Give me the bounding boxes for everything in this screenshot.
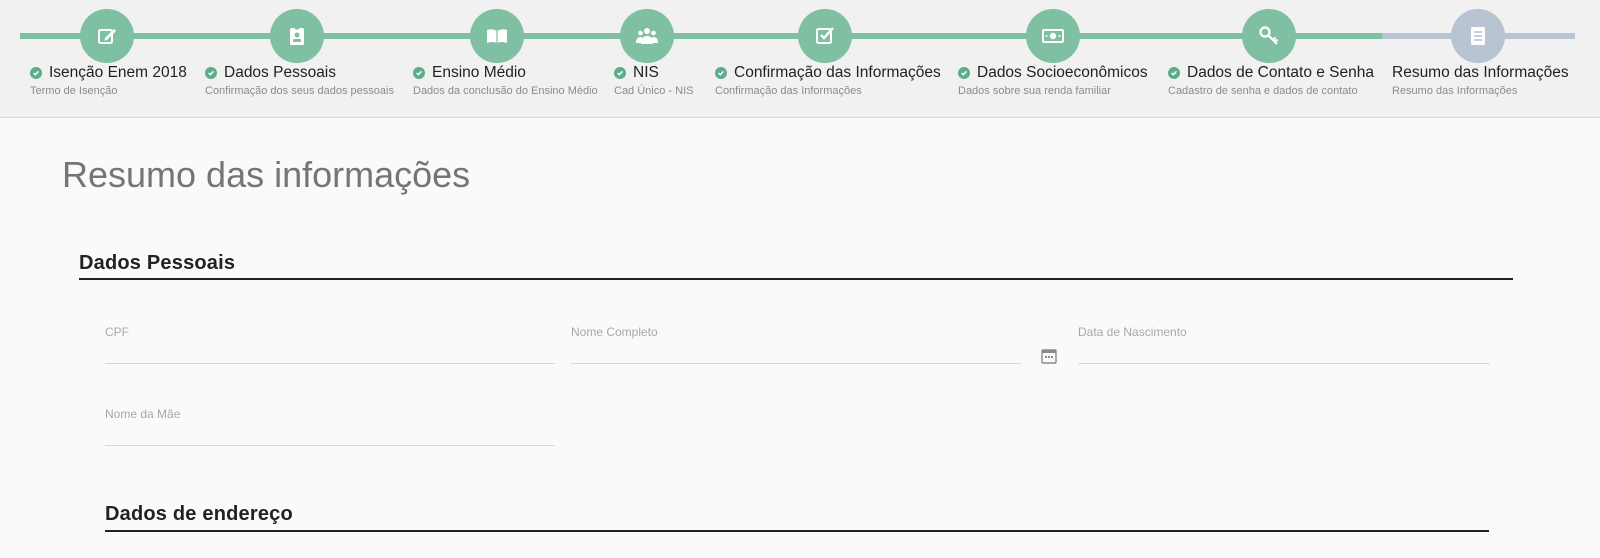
step-title: Ensino Médio — [432, 64, 526, 81]
full-name-field[interactable]: Nome Completo — [571, 325, 1021, 364]
progress-stepper: Isenção Enem 2018 Termo de Isenção Dados… — [0, 0, 1600, 118]
section-divider — [105, 530, 1489, 532]
step-4-circle[interactable] — [620, 9, 674, 63]
section-heading-personal: Dados Pessoais — [79, 252, 236, 274]
step-5-label[interactable]: Confirmação das Informações Confirmação … — [715, 63, 941, 97]
birth-date-input-underline[interactable] — [1078, 363, 1490, 364]
calendar-icon[interactable] — [1040, 347, 1058, 365]
document-icon — [1471, 27, 1485, 45]
step-8-label[interactable]: Resumo das Informações Resumo das Inform… — [1392, 63, 1569, 97]
users-icon — [636, 28, 658, 44]
step-3-circle[interactable] — [470, 9, 524, 63]
id-badge-icon — [290, 26, 304, 45]
step-title: NIS — [633, 64, 659, 81]
step-subtitle: Resumo das Informações — [1392, 85, 1518, 97]
step-5-circle[interactable] — [798, 9, 852, 63]
step-7-label[interactable]: Dados de Contato e Senha Cadastro de sen… — [1168, 63, 1374, 97]
step-subtitle: Cadastro de senha e dados de contato — [1168, 85, 1358, 97]
step-title: Confirmação das Informações — [734, 64, 941, 81]
step-4-label[interactable]: NIS Cad Único - NIS — [614, 63, 693, 97]
step-3-label[interactable]: Ensino Médio Dados da conclusão do Ensin… — [413, 63, 598, 97]
mother-name-label: Nome da Mãe — [105, 407, 181, 421]
cpf-field[interactable]: CPF — [105, 325, 555, 364]
step-6-label[interactable]: Dados Socioeconômicos Dados sobre sua re… — [958, 63, 1148, 97]
step-subtitle: Dados da conclusão do Ensino Médio — [413, 85, 598, 97]
step-subtitle: Termo de Isenção — [30, 85, 118, 97]
checkbox-icon — [816, 27, 834, 44]
check-icon — [205, 67, 217, 79]
pencil-icon — [98, 29, 116, 44]
step-1-circle[interactable] — [80, 9, 134, 63]
step-8-circle[interactable] — [1451, 9, 1505, 63]
step-1-label[interactable]: Isenção Enem 2018 Termo de Isenção — [30, 63, 187, 97]
book-icon — [487, 29, 507, 43]
mother-name-field[interactable]: Nome da Mãe — [105, 407, 555, 446]
step-title: Dados Socioeconômicos — [977, 64, 1148, 81]
check-icon — [614, 67, 626, 79]
step-title: Resumo das Informações — [1392, 64, 1569, 81]
step-subtitle: Dados sobre sua renda familiar — [958, 85, 1111, 97]
step-6-circle[interactable] — [1026, 9, 1080, 63]
check-icon — [413, 67, 425, 79]
full-name-input-underline[interactable] — [571, 363, 1021, 364]
birth-date-field[interactable]: Data de Nascimento — [1078, 325, 1490, 364]
check-icon — [715, 67, 727, 79]
step-subtitle: Confirmação dos seus dados pessoais — [205, 85, 394, 97]
step-subtitle: Confirmação das Informações — [715, 85, 862, 97]
money-icon — [1042, 29, 1064, 43]
step-title: Dados Pessoais — [224, 64, 337, 81]
mother-name-input-underline[interactable] — [105, 445, 555, 446]
step-2-label[interactable]: Dados Pessoais Confirmação dos seus dado… — [205, 63, 394, 97]
page-title: Resumo das informações — [62, 154, 471, 195]
step-title: Isenção Enem 2018 — [49, 64, 187, 81]
step-subtitle: Cad Único - NIS — [614, 85, 694, 97]
check-icon — [30, 67, 42, 79]
check-icon — [1168, 67, 1180, 79]
section-divider — [79, 278, 1513, 280]
check-icon — [958, 67, 970, 79]
step-title: Dados de Contato e Senha — [1187, 64, 1374, 81]
step-7-circle[interactable] — [1242, 9, 1296, 63]
cpf-input-underline[interactable] — [105, 363, 555, 364]
key-icon — [1259, 26, 1279, 45]
step-2-circle[interactable] — [270, 9, 324, 63]
section-heading-address: Dados de endereço — [105, 503, 293, 525]
birth-date-label: Data de Nascimento — [1078, 325, 1187, 339]
stepper-track-completed — [20, 33, 1382, 39]
full-name-label: Nome Completo — [571, 325, 658, 339]
cpf-label: CPF — [105, 325, 129, 339]
